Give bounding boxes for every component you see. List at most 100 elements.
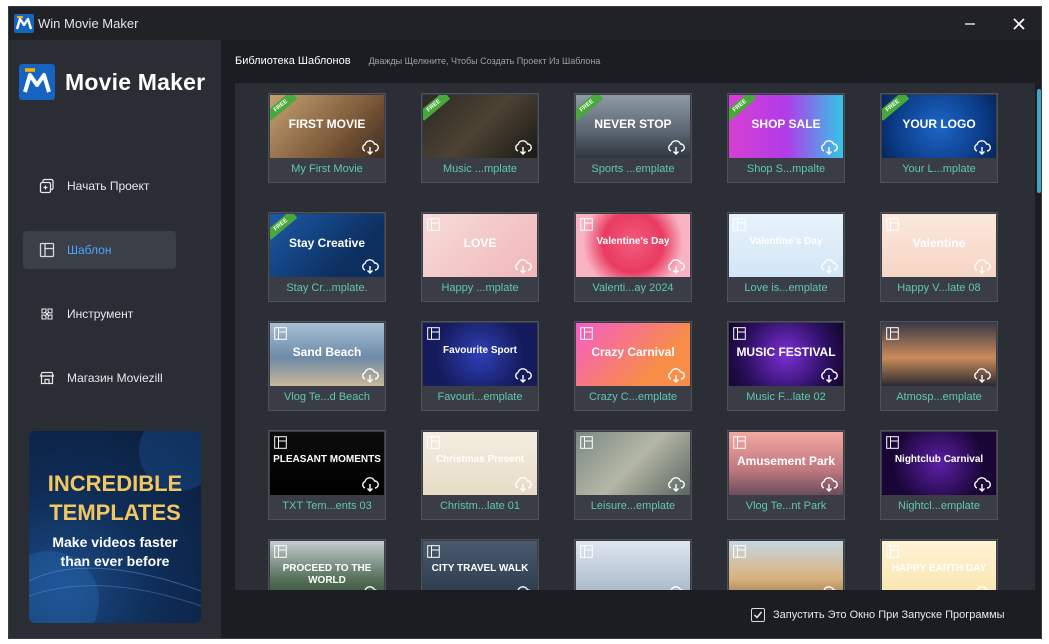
cloud-download-icon[interactable] — [360, 368, 380, 383]
promo-subtitle-line1: Make videos faster — [52, 534, 178, 550]
window-title: Win Movie Maker — [38, 16, 139, 31]
template-card[interactable]: Nightclub Carnival Nightcl...emplate — [880, 430, 998, 520]
cloud-download-icon[interactable] — [819, 259, 839, 274]
cloud-download-icon[interactable] — [513, 586, 533, 590]
template-label: Stay Cr...mplate. — [286, 282, 368, 294]
template-icon — [580, 218, 593, 231]
cloud-download-icon[interactable] — [819, 477, 839, 492]
template-thumbnail-text: Valentine's Day — [749, 236, 823, 247]
template-card[interactable]: Favourite Sport Favouri...emplate — [421, 321, 539, 411]
brand-name: Movie Maker — [65, 68, 206, 95]
main-panel: Библиотека Шаблонов Дважды Щелкните, Что… — [221, 40, 1041, 638]
page-hint: Дважды Щелкните, Чтобы Создать Проект Из… — [368, 56, 601, 66]
template-card[interactable]: Stay Creative FREE Stay Cr...mplate. — [268, 212, 386, 302]
cloud-download-icon[interactable] — [972, 259, 992, 274]
cloud-download-icon[interactable] — [360, 477, 380, 492]
checkmark-icon — [753, 611, 763, 619]
template-thumbnail-text: CITY TRAVEL WALK — [431, 563, 529, 574]
template-thumbnail-text: LOVE — [463, 236, 497, 250]
sidebar: Movie Maker Начать Проект Шаблон Инструм… — [9, 40, 221, 638]
template-card[interactable]: Valentine's Day Valenti...ay 2024 — [574, 212, 692, 302]
sidebar-item-label: Магазин Moviezill — [67, 371, 163, 385]
template-card[interactable]: PROCEED TO THE WORLD — [268, 539, 386, 590]
template-card[interactable]: FREE Music ...mplate — [421, 93, 539, 183]
template-card[interactable]: Valentine's Day Love is...emplate — [727, 212, 845, 302]
cloud-download-icon[interactable] — [513, 477, 533, 492]
template-card[interactable]: Leisure...emplate — [574, 430, 692, 520]
template-card[interactable]: FIRST MOVIE FREE My First Movie — [268, 93, 386, 183]
cloud-download-icon[interactable] — [819, 140, 839, 155]
template-icon — [886, 436, 899, 449]
template-thumbnail-text: SHOP SALE — [751, 117, 821, 131]
promo-banner[interactable]: INCREDIBLE TEMPLATES Make videos faster … — [29, 431, 201, 623]
template-thumbnail-text: NEVER STOP — [594, 117, 672, 131]
template-label: Music F...late 02 — [746, 391, 826, 403]
cloud-download-icon[interactable] — [360, 586, 380, 590]
template-card[interactable] — [574, 539, 692, 590]
template-thumbnail-text: PROCEED TO THE WORLD — [282, 563, 372, 586]
cloud-download-icon[interactable] — [666, 259, 686, 274]
startup-checkbox[interactable] — [751, 608, 765, 622]
cloud-download-icon[interactable] — [819, 368, 839, 383]
grid-scrollbar[interactable] — [1037, 89, 1041, 193]
template-icon — [427, 545, 440, 558]
template-icon — [274, 436, 287, 449]
cloud-download-icon[interactable] — [819, 586, 839, 590]
template-thumbnail-text: Christmas Present — [435, 454, 525, 465]
template-icon — [427, 436, 440, 449]
template-card[interactable]: SHOP SALE FREE Shop S...mpalte — [727, 93, 845, 183]
template-card[interactable]: LOVE Happy ...mplate — [421, 212, 539, 302]
template-label: Sports ...emplate — [591, 163, 675, 175]
sidebar-item-new-project[interactable]: Начать Проект — [23, 167, 176, 205]
sidebar-item-store[interactable]: Магазин Moviezill — [23, 359, 176, 397]
template-card[interactable]: CITY TRAVEL WALK — [421, 539, 539, 590]
template-icon — [886, 218, 899, 231]
template-card[interactable]: PLEASANT MOMENTS TXT Tem...ents 03 — [268, 430, 386, 520]
close-button[interactable] — [996, 7, 1041, 40]
cloud-download-icon[interactable] — [513, 368, 533, 383]
template-thumbnail: Favourite Sport — [423, 323, 537, 386]
template-thumbnail-text: Valentine's Day — [596, 236, 670, 247]
cloud-download-icon[interactable] — [666, 140, 686, 155]
template-card[interactable] — [727, 539, 845, 590]
template-icon — [733, 545, 746, 558]
template-card[interactable]: MUSIC FESTIVAL Music F...late 02 — [727, 321, 845, 411]
cloud-download-icon[interactable] — [972, 368, 992, 383]
template-thumbnail: Valentine's Day — [576, 214, 690, 277]
template-thumbnail-text: Valentine — [912, 236, 966, 250]
cloud-download-icon[interactable] — [666, 586, 686, 590]
promo-decoration — [29, 431, 201, 623]
template-card[interactable]: Amusement Park Vlog Te...nt Park — [727, 430, 845, 520]
template-thumbnail-text: HAPPY EARTH DAY — [891, 563, 987, 574]
sidebar-item-tool[interactable]: Инструмент — [23, 295, 176, 333]
template-card[interactable]: Valentine Happy V...late 08 — [880, 212, 998, 302]
breadcrumb: Библиотека Шаблонов Дважды Щелкните, Что… — [235, 55, 600, 67]
minimize-button[interactable] — [947, 7, 993, 40]
template-card[interactable]: Crazy Carnival Crazy C...emplate — [574, 321, 692, 411]
template-card[interactable]: Atmosp...emplate — [880, 321, 998, 411]
template-card[interactable]: NEVER STOP FREE Sports ...emplate — [574, 93, 692, 183]
app-window: Win Movie Maker Movie Maker Начать Проек… — [8, 6, 1042, 639]
startup-checkbox-row[interactable]: Запустить Это Окно При Запуске Программы — [751, 608, 1005, 622]
cloud-download-icon[interactable] — [513, 140, 533, 155]
cloud-download-icon[interactable] — [972, 586, 992, 590]
sidebar-item-label: Инструмент — [67, 307, 134, 321]
cloud-download-icon[interactable] — [972, 140, 992, 155]
template-grid: FIRST MOVIE FREE My First Movie FREE Music .… — [235, 83, 1035, 590]
template-card[interactable]: HAPPY EARTH DAY — [880, 539, 998, 590]
cloud-download-icon[interactable] — [513, 259, 533, 274]
sidebar-item-template[interactable]: Шаблон — [23, 231, 176, 269]
movie-maker-logo-icon — [19, 64, 55, 100]
cloud-download-icon[interactable] — [666, 477, 686, 492]
cloud-download-icon[interactable] — [972, 477, 992, 492]
cloud-download-icon[interactable] — [360, 259, 380, 274]
cloud-download-icon[interactable] — [666, 368, 686, 383]
template-thumbnail-text: Nightclub Carnival — [894, 454, 984, 465]
template-label: Crazy C...emplate — [588, 391, 678, 403]
template-card[interactable]: Sand Beach Vlog Te...d Beach — [268, 321, 386, 411]
cloud-download-icon[interactable] — [360, 140, 380, 155]
template-label: Vlog Te...d Beach — [283, 391, 371, 403]
template-card[interactable]: Christmas Present Christm...late 01 — [421, 430, 539, 520]
template-icon — [733, 436, 746, 449]
template-card[interactable]: YOUR LOGO FREE Your L...mplate — [880, 93, 998, 183]
